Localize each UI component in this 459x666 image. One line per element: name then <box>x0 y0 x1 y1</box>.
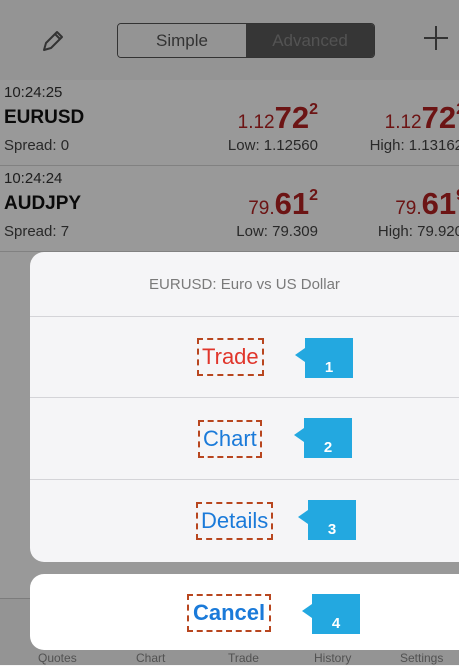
details-label: Details <box>196 502 274 540</box>
cancel-label: Cancel <box>187 594 272 632</box>
action-sheet: EURUSD: Euro vs US Dollar Trade 1 Chart … <box>30 252 459 562</box>
annotation-marker-1: 1 <box>305 338 353 378</box>
marker-number: 2 <box>323 439 333 456</box>
trade-label: Trade <box>197 338 264 376</box>
marker-number: 1 <box>324 359 334 376</box>
cancel-button[interactable]: Cancel 4 <box>30 574 459 650</box>
chart-label: Chart <box>198 420 262 458</box>
annotation-marker-3: 3 <box>308 500 356 540</box>
marker-pointer-icon <box>295 348 305 362</box>
trade-button[interactable]: Trade 1 <box>30 316 459 398</box>
marker-number: 3 <box>327 521 337 538</box>
chart-button[interactable]: Chart 2 <box>30 398 459 480</box>
annotation-marker-2: 2 <box>304 418 352 458</box>
action-sheet-title: EURUSD: Euro vs US Dollar <box>30 252 459 317</box>
marker-pointer-icon <box>294 428 304 442</box>
marker-number: 4 <box>331 615 341 632</box>
annotation-marker-4: 4 <box>312 594 360 634</box>
marker-pointer-icon <box>298 510 308 524</box>
details-button[interactable]: Details 3 <box>30 480 459 562</box>
marker-pointer-icon <box>302 604 312 618</box>
